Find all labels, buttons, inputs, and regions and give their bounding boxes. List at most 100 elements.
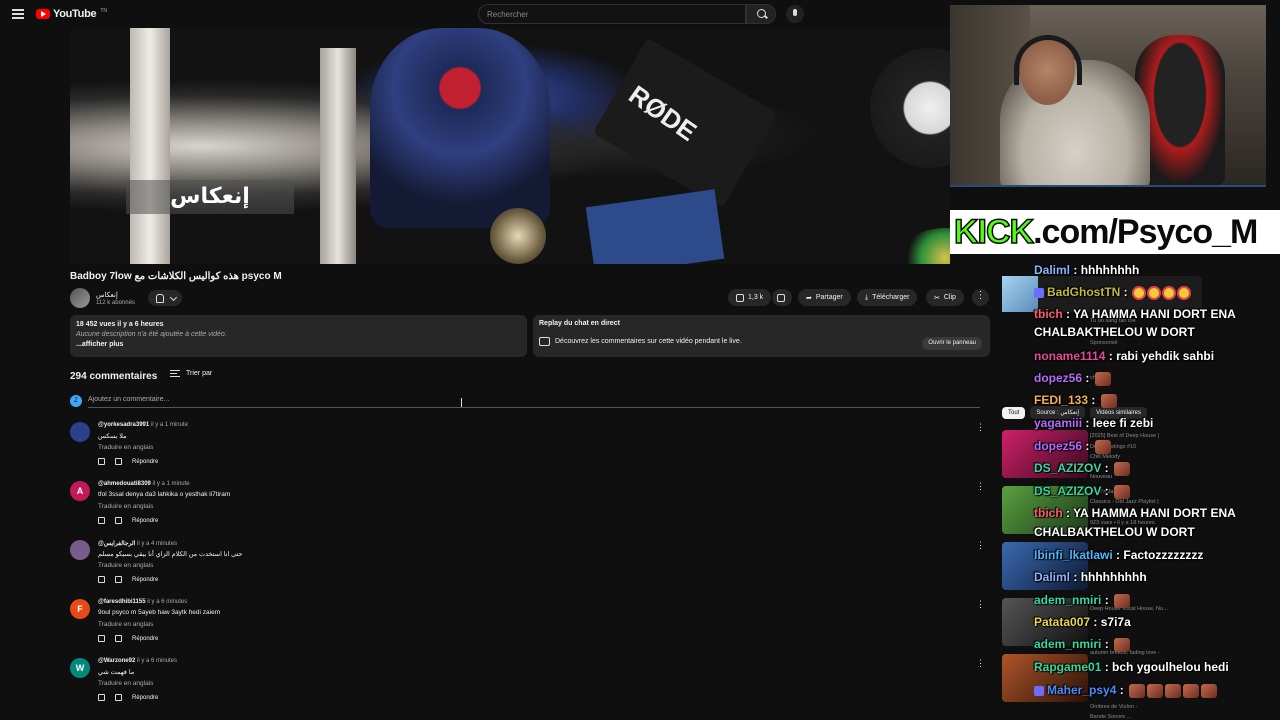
comment-text: ملا يسكس [98, 433, 127, 440]
share-button[interactable]: ➦ Partager [798, 289, 851, 306]
translate-link[interactable]: Traduire en anglais [98, 503, 153, 510]
laughing-emoji-icon [1177, 285, 1192, 300]
menu-icon[interactable] [12, 9, 24, 19]
comment-menu-icon[interactable]: ⋮ [976, 422, 985, 433]
chat-message: CHALBAKTHELOU W DORT [1034, 525, 1195, 539]
open-panel-button[interactable]: Ouvrir le panneau [922, 337, 982, 350]
comment-menu-icon[interactable]: ⋮ [976, 658, 985, 669]
thumbs-up-icon[interactable] [98, 694, 105, 701]
chat-separator: : [1062, 506, 1074, 520]
reply-button[interactable]: Répondre [132, 518, 158, 524]
chat-username: noname1114 [1034, 349, 1106, 363]
thumbs-down-icon[interactable] [115, 458, 122, 465]
comment-menu-icon[interactable]: ⋮ [976, 540, 985, 551]
video-candle [320, 48, 356, 264]
chat-emote-icon [1129, 683, 1146, 698]
chat-separator: : [1101, 593, 1113, 607]
chat-username: dopez56 [1034, 371, 1083, 385]
commenter-avatar[interactable]: W [70, 658, 90, 678]
chat-separator: : [1090, 615, 1101, 629]
comment-text: ما فهمت شي [98, 669, 135, 676]
reply-button[interactable]: Répondre [132, 459, 158, 465]
comment-author[interactable]: @الرجالفرايس [98, 541, 135, 547]
kick-url: .com/Psyco_M [1033, 213, 1258, 251]
translate-link[interactable]: Traduire en anglais [98, 680, 153, 687]
reply-button[interactable]: Répondre [132, 695, 158, 701]
comment-time: il y a 1 minute [150, 422, 188, 428]
commenter-avatar[interactable] [70, 422, 90, 442]
thumbs-down-icon[interactable] [115, 694, 122, 701]
add-comment-input[interactable]: Ajoutez un commentaire... [88, 396, 980, 408]
more-actions-button[interactable]: ⋮ [972, 289, 989, 306]
thumbs-down-icon[interactable] [115, 517, 122, 524]
thumbs-up-icon[interactable] [98, 517, 105, 524]
chat-username: DS_AZIZOV [1034, 484, 1102, 498]
translate-link[interactable]: Traduire en anglais [98, 444, 153, 451]
video-cap [585, 189, 725, 264]
comment-author[interactable]: @faresdhibi1155 [98, 599, 146, 605]
logo-country: TN [100, 8, 107, 14]
translate-link[interactable]: Traduire en anglais [98, 562, 153, 569]
comment-menu-icon[interactable]: ⋮ [976, 481, 985, 492]
comment-header: @Warzone92 il y a 6 minutes [98, 658, 177, 664]
ad-thumbnail[interactable] [1002, 276, 1038, 312]
download-label: Télécharger [872, 294, 910, 301]
reply-button[interactable]: Répondre [132, 577, 158, 583]
chat-message: noname1114 : rabi yehdik sahbi [1034, 349, 1214, 363]
chat-message: Maher_psy4 : [1034, 683, 1218, 698]
chat-message: Rapgame01 : bch ygoulhelou hedi [1034, 660, 1229, 674]
thumbs-down-icon[interactable] [115, 635, 122, 642]
channel-name[interactable]: إنعكاس [96, 291, 118, 299]
kick-logo-text: KICK [953, 212, 1035, 252]
chat-text: hhhhhhhh [1080, 263, 1140, 277]
thumbs-down-icon[interactable] [115, 576, 122, 583]
thumbs-up-icon[interactable] [98, 635, 105, 642]
channel-avatar[interactable] [70, 288, 90, 308]
thumbs-up-icon[interactable] [98, 576, 105, 583]
comment-text: 9oul psyco m 5ayeb haw 3aytk hedi zaiem [98, 609, 221, 616]
sort-button[interactable]: Trier par [170, 370, 212, 377]
like-button[interactable]: 1,3 k [728, 289, 772, 306]
chat-separator: : [1082, 371, 1093, 385]
chat-separator: : [1116, 683, 1128, 697]
chat-username: tbich [1034, 506, 1063, 520]
clip-label: Clip [943, 294, 956, 301]
chat-badge-icon [1034, 685, 1044, 696]
webcam-border [950, 185, 1266, 187]
youtube-logo[interactable]: YouTube TN [36, 8, 107, 20]
microphone-icon[interactable] [786, 5, 804, 23]
search-input[interactable]: Rechercher [478, 4, 746, 24]
commenter-avatar[interactable] [70, 540, 90, 560]
views-and-date: 18 452 vues il y a 6 heures [76, 321, 164, 328]
translate-link[interactable]: Traduire en anglais [98, 621, 153, 628]
tab-all[interactable]: Tout [1002, 406, 1026, 419]
comment-author[interactable]: @Warzone92 [98, 658, 135, 664]
commenter-avatar[interactable]: F [70, 599, 90, 619]
chat-emote-icon [1094, 439, 1111, 454]
clip-button[interactable]: ✂ Clip [926, 289, 964, 306]
chat-text: bch ygoulhelou hedi [1112, 660, 1229, 674]
dislike-button[interactable] [772, 289, 792, 306]
chat-username: Maher_psy4 [1047, 683, 1117, 697]
comment-menu-icon[interactable]: ⋮ [976, 599, 985, 610]
comment-item: F @faresdhibi1155 il y a 6 minutes 9oul ps… [70, 599, 990, 655]
thumbs-up-icon[interactable] [98, 458, 105, 465]
chat-username: Daliml [1034, 263, 1071, 277]
description-box[interactable]: 18 452 vues il y a 6 heures Aucune descr… [70, 315, 527, 357]
show-more-link[interactable]: ...afficher plus [76, 340, 521, 350]
video-green-object [900, 228, 950, 264]
search-icon[interactable] [746, 4, 776, 24]
reply-button[interactable]: Répondre [132, 636, 158, 642]
comment-author[interactable]: @ahmedouati8309 [98, 481, 151, 487]
download-button[interactable]: ⤓ Télécharger [857, 289, 918, 306]
chat-badge-icon [1034, 287, 1044, 298]
chat-text: CHALBAKTHELOU W DORT [1034, 325, 1195, 339]
chat-username: adem_nmiri [1034, 637, 1102, 651]
commenter-avatar[interactable]: A [70, 481, 90, 501]
comment-author[interactable]: @yorkesadra3991 [98, 422, 149, 428]
comment-actions: Répondre [98, 576, 158, 583]
notification-bell-icon[interactable] [148, 290, 182, 306]
chat-message: FEDI_133 : [1034, 393, 1117, 408]
webcam-overlay [950, 5, 1266, 187]
video-player[interactable]: RØDE إنعكاس [70, 28, 950, 264]
